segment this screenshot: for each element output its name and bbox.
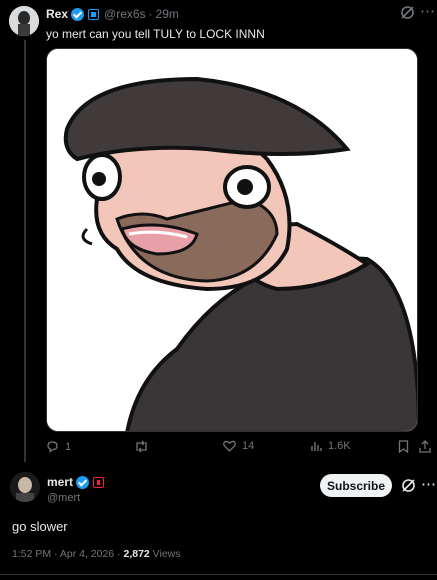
reply-header: mert @mert bbox=[47, 475, 105, 504]
reply-count: 1 bbox=[65, 440, 72, 453]
verified-icon bbox=[76, 475, 90, 489]
subscribe-button[interactable]: Subscribe bbox=[320, 474, 392, 497]
reply-handle[interactable]: @mert bbox=[47, 492, 104, 504]
bottom-divider bbox=[0, 574, 437, 575]
parent-author-name[interactable]: Rex bbox=[46, 7, 68, 21]
grok-icon[interactable] bbox=[401, 478, 416, 497]
reply-icon bbox=[47, 441, 58, 453]
like-count: 14 bbox=[242, 440, 255, 452]
verified-icon bbox=[71, 7, 85, 21]
reply-timestamp[interactable]: 1:52 PM · Apr 4, 2026 · bbox=[12, 548, 123, 560]
parent-handle[interactable]: @rex6s bbox=[104, 7, 146, 21]
views-count: 1.6K bbox=[328, 440, 351, 452]
views-icon bbox=[311, 442, 322, 451]
reply-author-name[interactable]: mert bbox=[47, 475, 73, 489]
parent-time[interactable]: 29m bbox=[156, 7, 179, 21]
bookmark-button[interactable] bbox=[398, 440, 409, 453]
reply-meta: 1:52 PM · Apr 4, 2026 · 2,872 Views bbox=[12, 548, 181, 560]
more-icon[interactable]: ⋯ bbox=[420, 2, 436, 20]
share-button[interactable] bbox=[419, 440, 431, 453]
reply-tweet-text: go slower bbox=[12, 519, 68, 534]
parent-avatar[interactable] bbox=[9, 6, 39, 36]
more-icon[interactable]: ⋯ bbox=[421, 475, 436, 493]
bookmark-icon bbox=[398, 440, 409, 453]
reply-avatar[interactable] bbox=[10, 472, 40, 502]
parent-header: Rex @rex6s · 29m bbox=[46, 7, 179, 21]
tweet-image[interactable] bbox=[46, 48, 418, 432]
separator: · bbox=[148, 7, 153, 21]
affiliate-badge-icon[interactable] bbox=[93, 476, 105, 488]
parent-action-bar: 1 14 1.6K bbox=[46, 440, 434, 458]
parent-tweet-text: yo mert can you tell TULY to LOCK INNN bbox=[46, 27, 265, 41]
views-button[interactable]: 1.6K bbox=[310, 440, 351, 452]
retweet-icon bbox=[136, 440, 147, 453]
share-icon bbox=[419, 440, 431, 453]
affiliate-badge-icon[interactable] bbox=[88, 8, 100, 20]
reply-view-count: 2,872 bbox=[123, 548, 150, 560]
cartoon-illustration bbox=[47, 49, 417, 431]
reply-button[interactable]: 1 bbox=[46, 440, 71, 453]
retweet-button[interactable] bbox=[134, 440, 155, 453]
thread-line bbox=[24, 40, 26, 462]
grok-icon[interactable] bbox=[400, 5, 415, 24]
like-button[interactable]: 14 bbox=[223, 440, 254, 452]
reply-views-label: Views bbox=[149, 548, 181, 560]
like-icon bbox=[223, 440, 236, 452]
